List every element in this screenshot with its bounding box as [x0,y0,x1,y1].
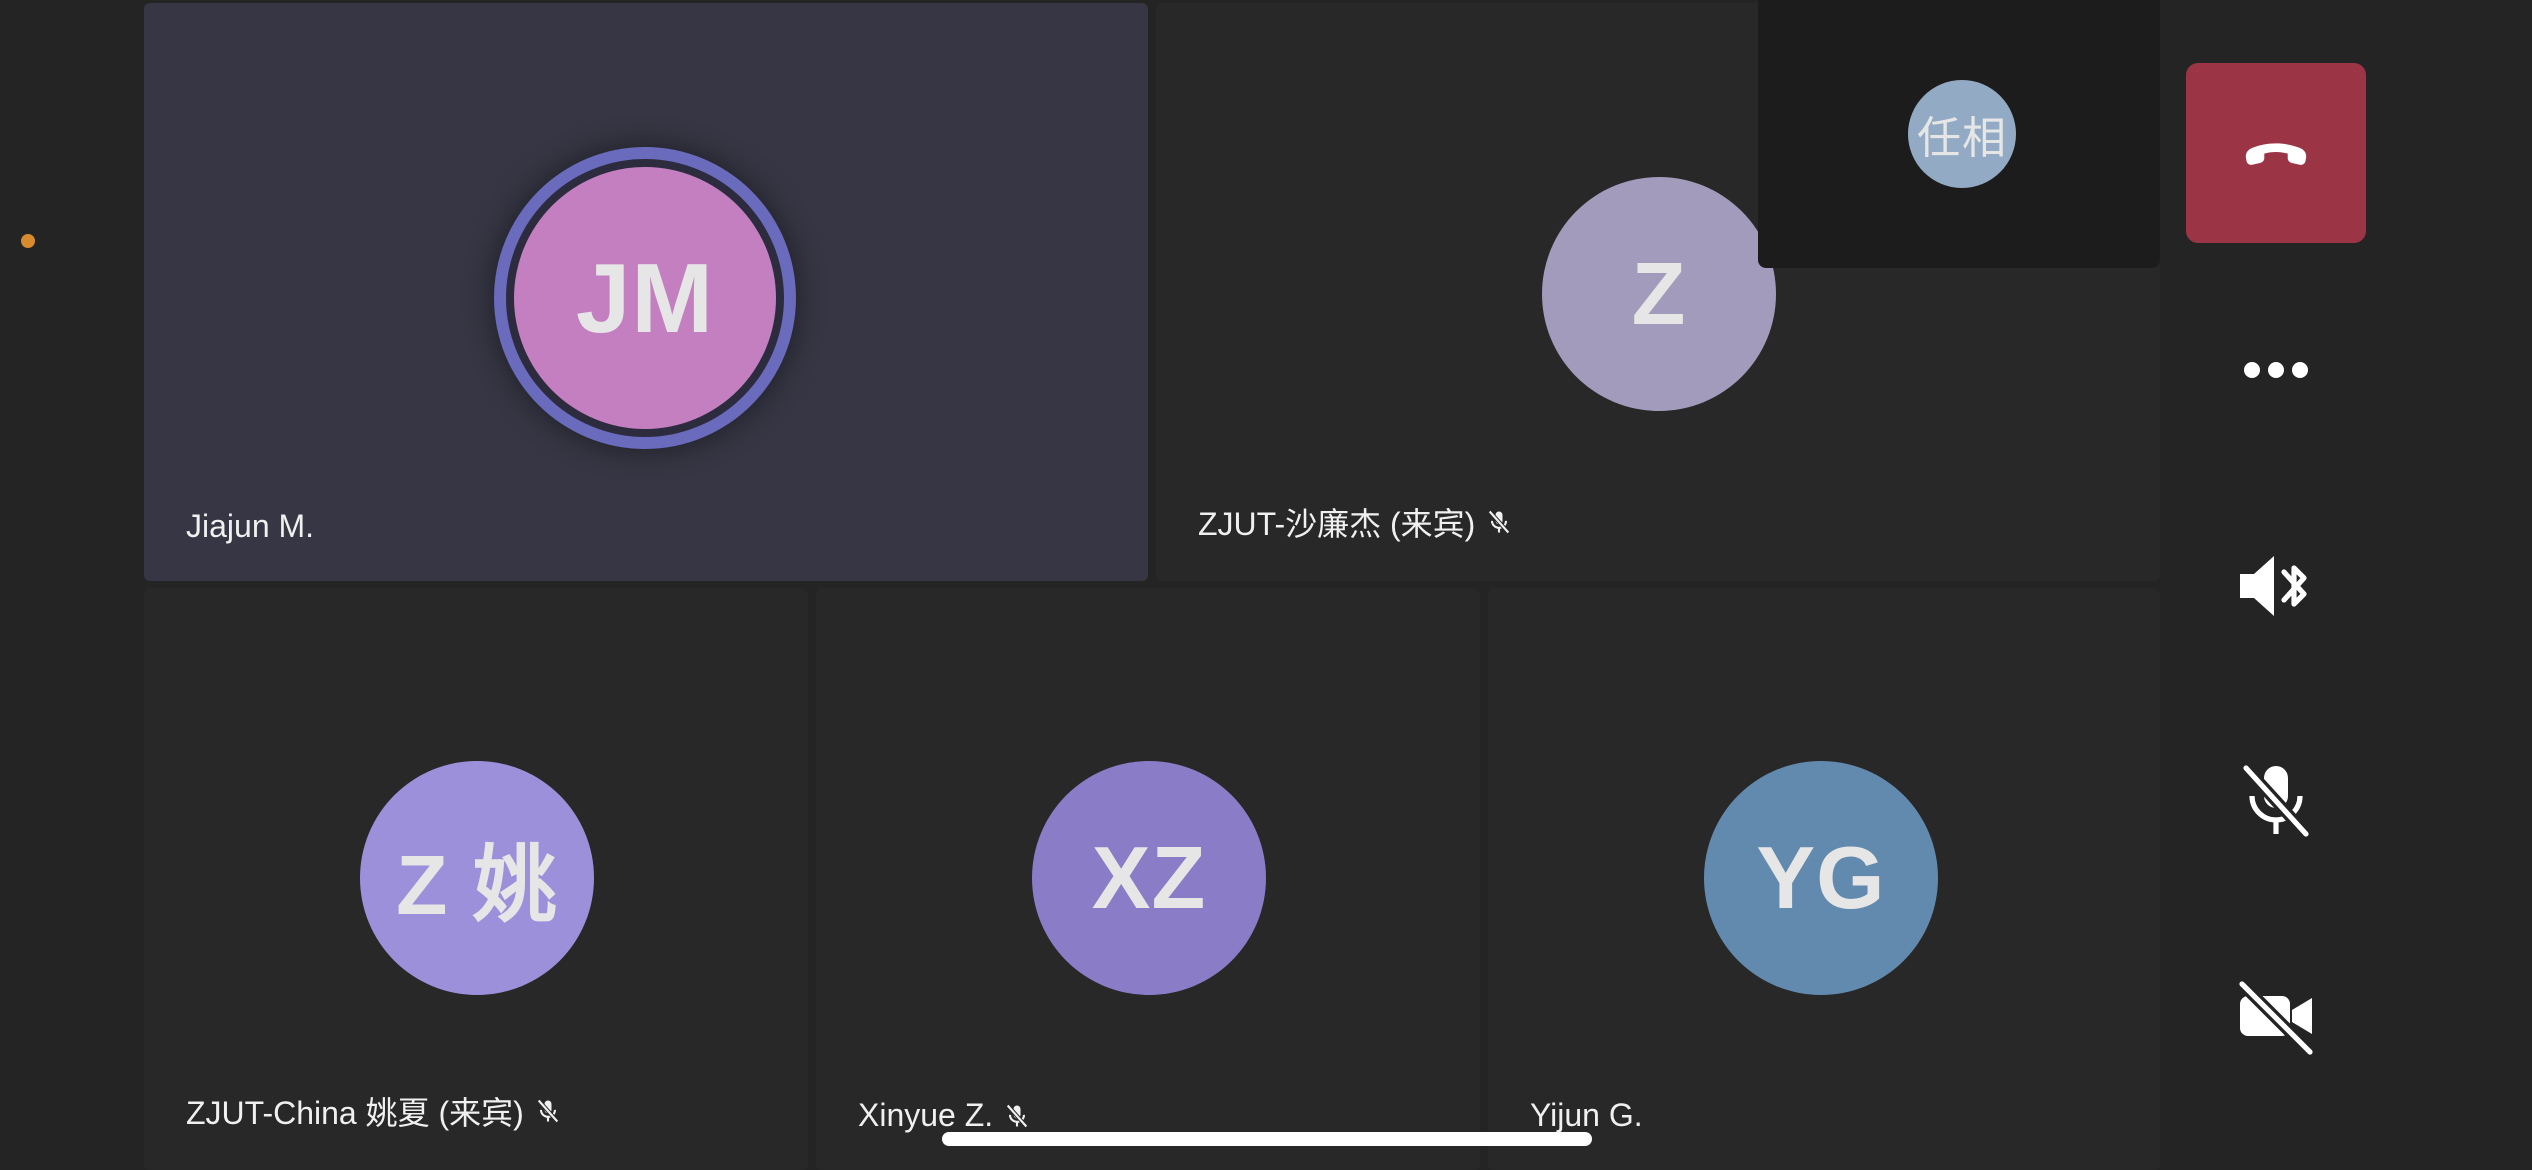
more-dots-icon [2244,362,2308,378]
self-view[interactable]: 任相 [1758,0,2160,268]
participant-name-row: ZJUT-沙廉杰 (来宾) [1198,499,1513,545]
participant-name-row: Xinyue Z. [858,1097,1031,1134]
status-dot [21,234,35,248]
meeting-stage: JM Jiajun M. Z ZJUT-沙廉杰 (来宾) 任相 Z 姚 ZJUT… [0,0,2532,1170]
avatar-initials: Z 姚 [396,837,558,932]
audio-output-button[interactable] [2186,496,2366,676]
call-controls [2186,0,2366,1170]
participant-name: Jiajun M. [186,508,315,544]
participant-name-row: ZJUT-China 姚夏 (来宾) [186,1088,562,1134]
avatar: XZ [1032,761,1266,995]
speaker-bluetooth-icon [2240,556,2307,616]
avatar-initials: JM [575,242,715,353]
avatar-initials: XZ [1091,828,1207,927]
participant-tile-xinyue[interactable]: XZ Xinyue Z. [816,588,1480,1170]
self-avatar: 任相 [1908,80,2016,188]
phone-hangup-icon [2245,143,2307,165]
participant-tile-jiajun[interactable]: JM Jiajun M. [144,3,1148,581]
home-indicator[interactable] [942,1132,1592,1146]
more-options-button[interactable] [2186,280,2366,460]
participant-name: ZJUT-China 姚夏 (来宾) [186,1095,524,1131]
end-call-button[interactable] [2186,63,2366,243]
participant-name: ZJUT-沙廉杰 (来宾) [1198,506,1476,542]
participant-tile-yijun[interactable]: YG Yijun G. [1488,588,2160,1170]
avatar-initials: YG [1756,828,1886,927]
mic-off-icon [536,1099,559,1123]
avatar: JM [514,167,776,429]
camera-off-icon [2237,979,2315,1056]
avatar: YG [1704,761,1938,995]
avatar-initials: Z [1631,244,1687,343]
camera-toggle-button[interactable] [2186,926,2366,1106]
mic-off-icon [1488,510,1511,534]
participant-name: Yijun G. [1530,1097,1643,1133]
participant-tile-zjut-yao[interactable]: Z 姚 ZJUT-China 姚夏 (来宾) [144,588,808,1170]
microphone-toggle-button[interactable] [2186,710,2366,890]
avatar: Z [1542,177,1776,411]
participant-name-row: Jiajun M. [186,508,314,545]
avatar: Z 姚 [360,761,594,995]
mic-off-icon [2241,763,2311,839]
participant-name-row: Yijun G. [1530,1097,1643,1134]
mic-off-icon [1006,1103,1029,1128]
participant-name: Xinyue Z. [858,1097,994,1133]
self-avatar-initials: 任相 [1917,114,2007,163]
